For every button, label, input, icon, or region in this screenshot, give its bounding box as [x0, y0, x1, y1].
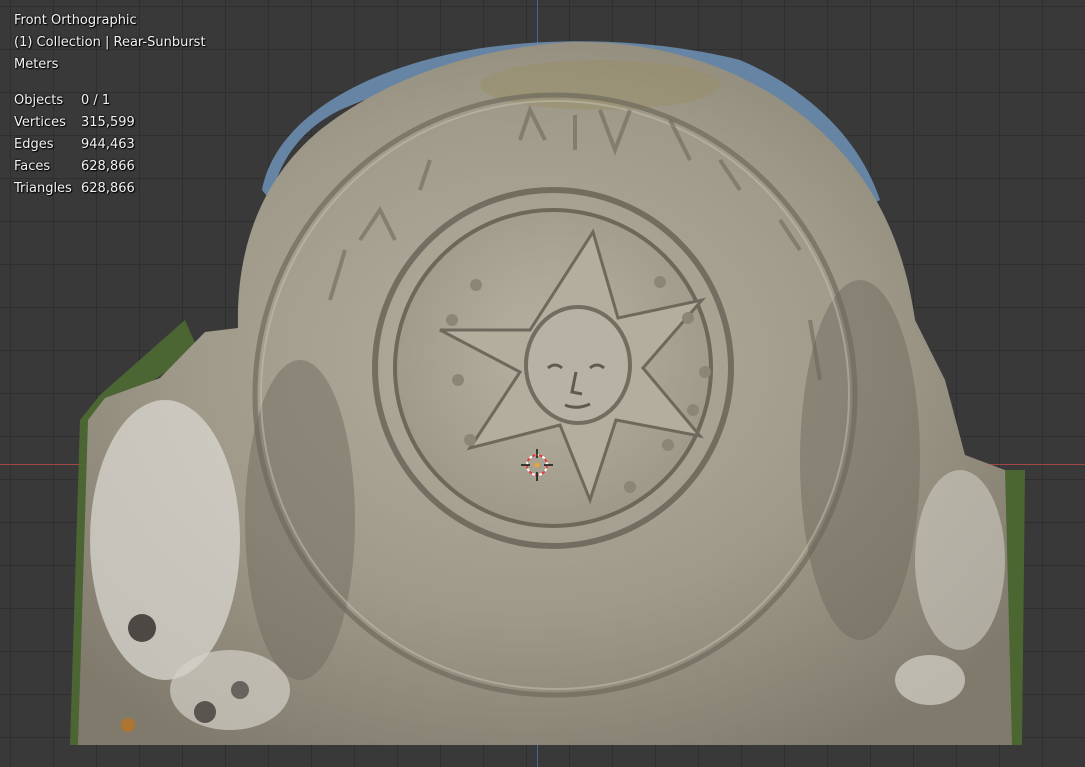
- dark-spot: [194, 701, 216, 723]
- lichen-patch: [895, 655, 965, 705]
- carved-face: [524, 305, 632, 425]
- lichen-patch: [915, 470, 1005, 650]
- lichen-patch: [90, 400, 240, 680]
- lichen-patch: [480, 60, 720, 110]
- dark-stain: [800, 280, 920, 640]
- 3d-cursor-icon[interactable]: [521, 449, 553, 481]
- dark-spot: [231, 681, 249, 699]
- dark-spot: [128, 614, 156, 642]
- orange-spot: [121, 718, 135, 732]
- lichen-patch: [170, 650, 290, 730]
- 3d-viewport[interactable]: Front Orthographic (1) Collection | Rear…: [0, 0, 1085, 767]
- gravestone-scan-mesh[interactable]: [0, 0, 1085, 767]
